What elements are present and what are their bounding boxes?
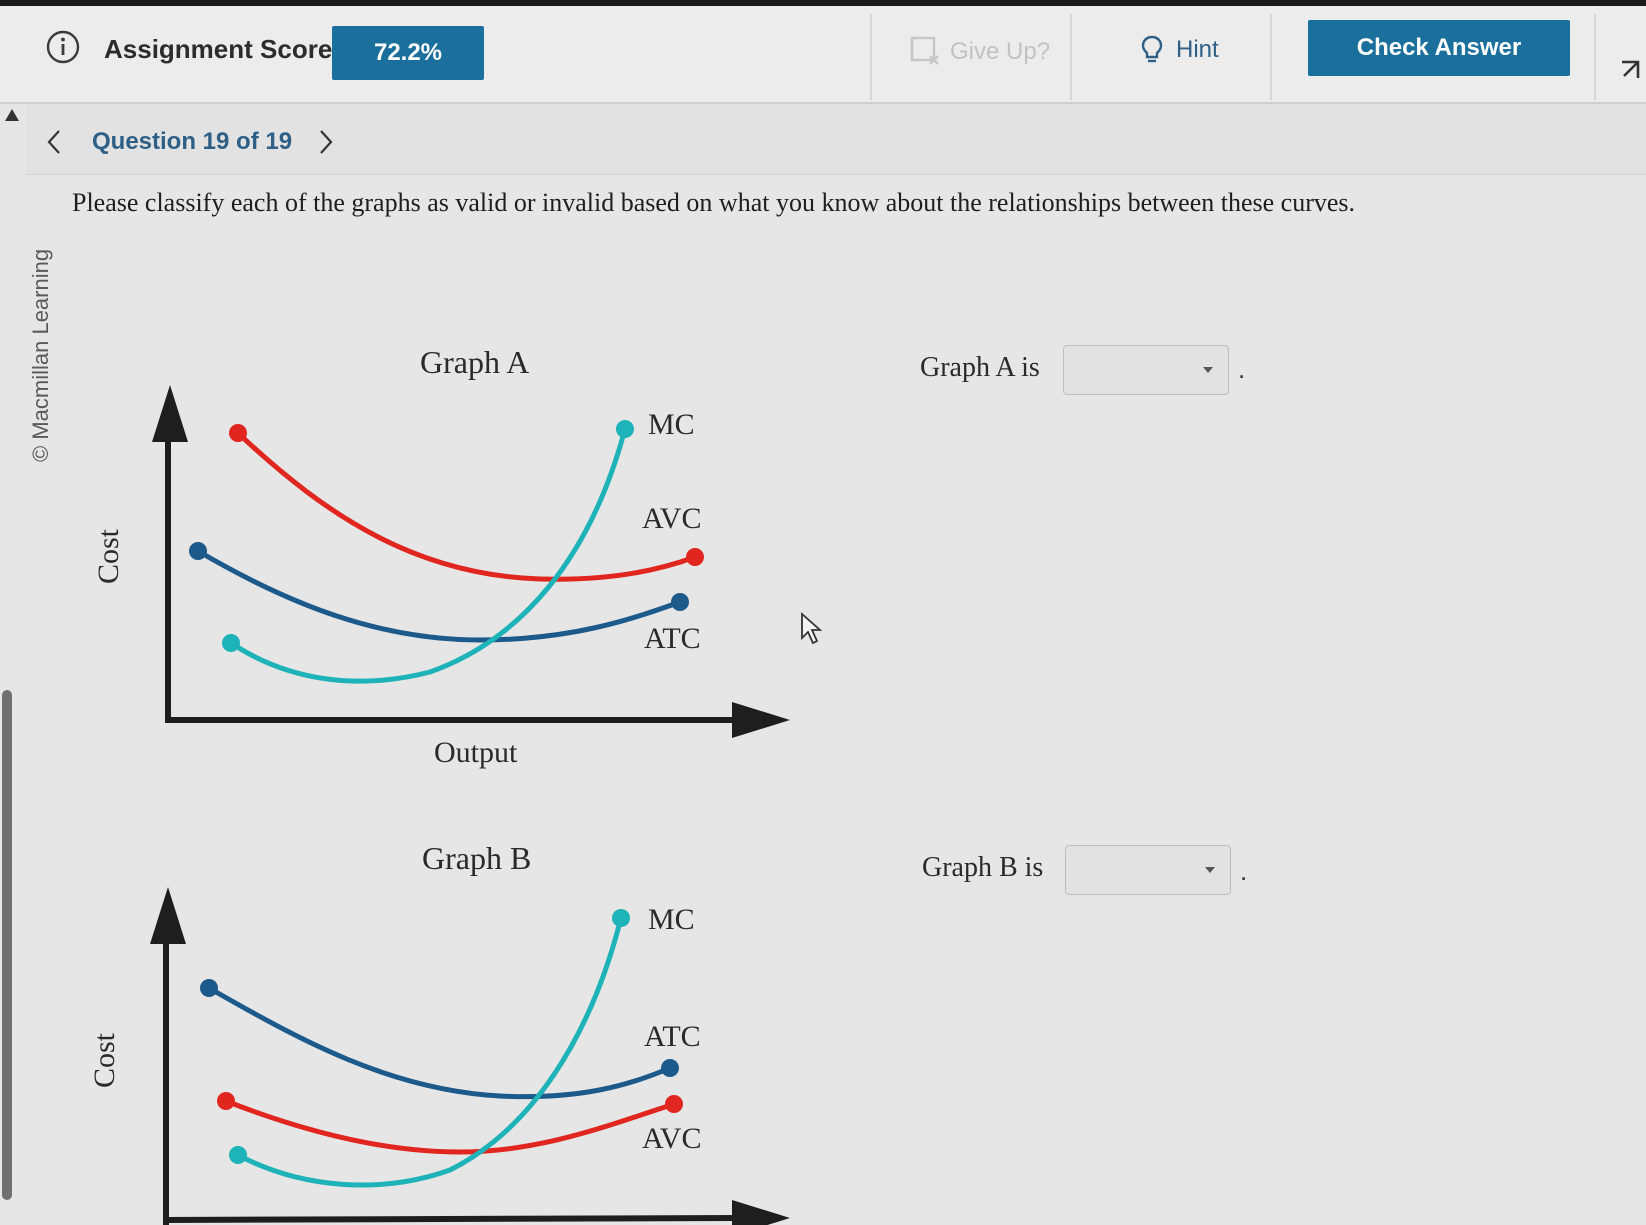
graph-b-y-label: Cost bbox=[88, 1032, 121, 1088]
graph-b-avc-start bbox=[217, 1092, 235, 1110]
graph-b-mc-label: MC bbox=[648, 903, 695, 936]
graph-b-y-arrow bbox=[150, 887, 186, 944]
caret-down-icon bbox=[1205, 867, 1215, 873]
graph-a-mc-start bbox=[222, 634, 240, 652]
graph-a-atc-end bbox=[671, 593, 689, 611]
graph-b-mc-end bbox=[612, 909, 630, 927]
graph-a-y-label: Cost bbox=[92, 528, 125, 584]
graph-b-x-axis bbox=[162, 1215, 739, 1223]
graph-a-title: Graph A bbox=[420, 344, 530, 380]
graph-a-x-arrow bbox=[732, 702, 790, 738]
graph-a-atc-start bbox=[189, 542, 207, 560]
graph-b-mc-curve bbox=[236, 917, 624, 1188]
graph-a-avc-start bbox=[229, 424, 247, 442]
graph-a-answer-label: Graph A is bbox=[920, 352, 1040, 383]
graph-b-avc-label: AVC bbox=[642, 1122, 702, 1155]
graph-b-period: . bbox=[1240, 856, 1248, 886]
graph-a-atc-label: ATC bbox=[644, 622, 701, 655]
graph-b-atc-label: ATC bbox=[644, 1020, 701, 1053]
graph-a-answer-select[interactable] bbox=[1063, 345, 1229, 395]
caret-down-icon bbox=[1203, 367, 1213, 373]
graph-a-avc-end bbox=[686, 548, 704, 566]
graph-b-atc-start bbox=[200, 979, 218, 997]
graph-b-answer-select[interactable] bbox=[1065, 845, 1231, 895]
graph-b-avc-curve bbox=[225, 1098, 675, 1155]
graph-a-mc-end bbox=[616, 420, 634, 438]
mouse-pointer-icon bbox=[801, 612, 823, 645]
graph-b-answer-label: Graph B is bbox=[922, 852, 1044, 883]
graph-b-atc-curve bbox=[207, 985, 671, 1100]
graph-b-mc-start bbox=[229, 1146, 247, 1164]
graph-a-avc-curve bbox=[236, 431, 696, 582]
graph-a-mc-label: MC bbox=[648, 408, 695, 441]
graph-b-atc-end bbox=[661, 1059, 679, 1077]
graph-b bbox=[150, 887, 790, 1225]
graph-b-title: Graph B bbox=[422, 840, 532, 876]
graph-a-x-label: Output bbox=[434, 736, 518, 769]
graph-a-avc-label: AVC bbox=[642, 502, 702, 535]
graph-b-x-arrow bbox=[732, 1200, 790, 1225]
graph-a-mc-curve bbox=[229, 428, 628, 684]
graph-a-period: . bbox=[1238, 354, 1246, 384]
graph-b-avc-end bbox=[665, 1095, 683, 1113]
graph-a-y-arrow bbox=[152, 385, 188, 442]
